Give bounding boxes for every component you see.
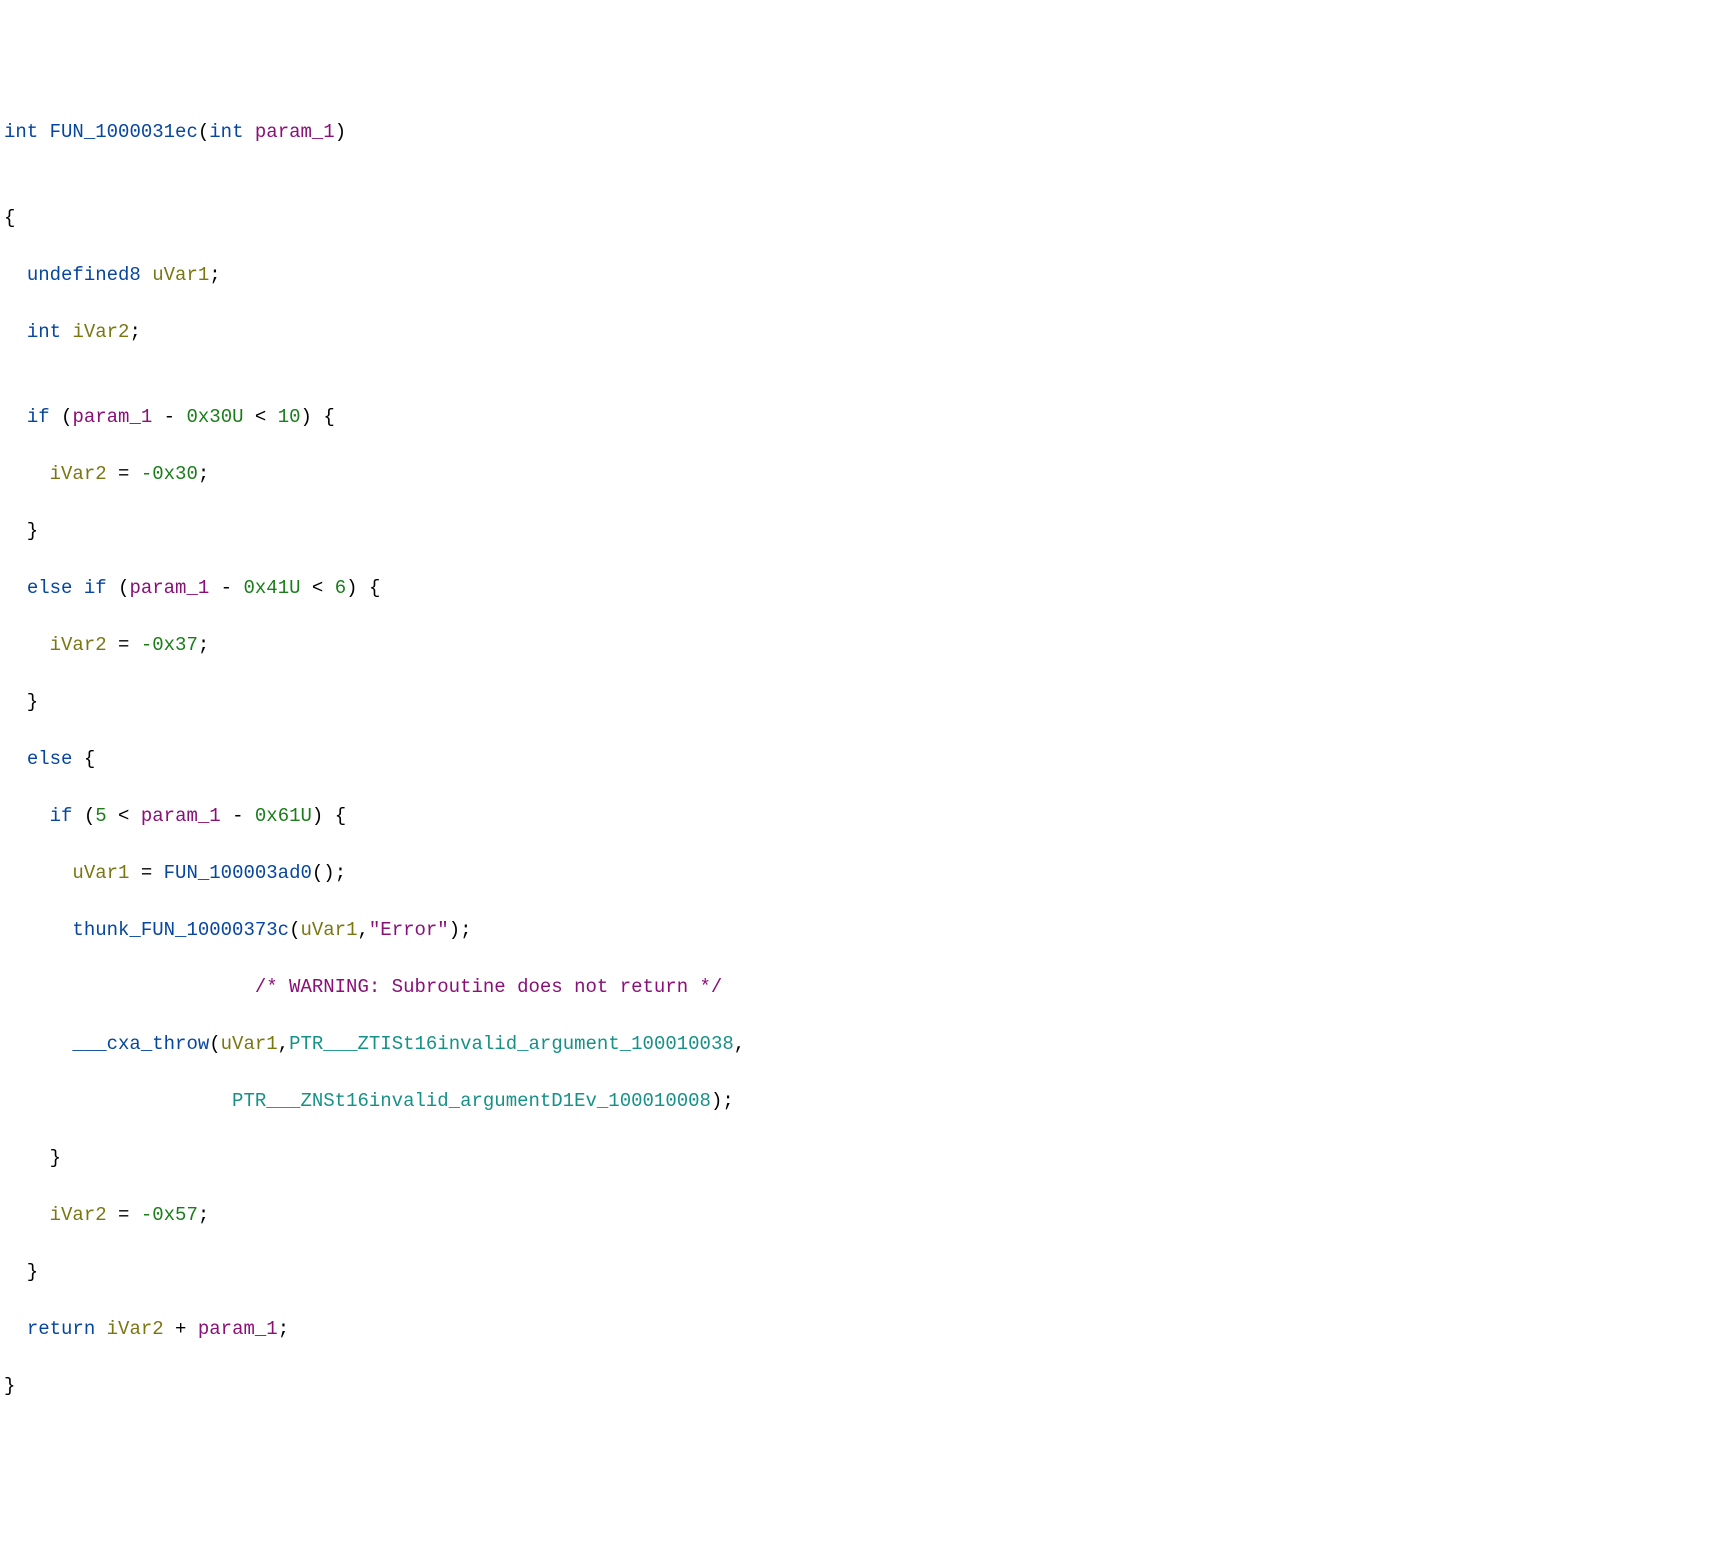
code-line: PTR___ZNSt16invalid_argumentD1Ev_1000100… — [4, 1087, 1720, 1116]
code-line: } — [4, 517, 1720, 546]
function-call: FUN_100003ad0 — [164, 862, 312, 884]
code-line: ___cxa_throw(uVar1,PTR___ZTISt16invalid_… — [4, 1030, 1720, 1059]
string-literal: "Error" — [369, 919, 449, 941]
number: 0x30U — [186, 406, 243, 428]
number: 0x61U — [255, 805, 312, 827]
param-name: param_1 — [255, 121, 335, 143]
code-line: } — [4, 1372, 1720, 1401]
variable: iVar2 — [107, 1318, 164, 1340]
code-line: return iVar2 + param_1; — [4, 1315, 1720, 1344]
variable: uVar1 — [152, 264, 209, 286]
code-line: iVar2 = -0x30; — [4, 460, 1720, 489]
code-line: int FUN_1000031ec(int param_1) — [4, 118, 1720, 147]
keyword: else — [27, 577, 73, 599]
function-call: ___cxa_throw — [72, 1033, 209, 1055]
code-line: if (param_1 - 0x30U < 10) { — [4, 403, 1720, 432]
variable: uVar1 — [300, 919, 357, 941]
number: 0x57 — [152, 1204, 198, 1226]
variable: iVar2 — [72, 321, 129, 343]
variable: iVar2 — [50, 1204, 107, 1226]
type-keyword: int — [4, 121, 38, 143]
code-line: /* WARNING: Subroutine does not return *… — [4, 973, 1720, 1002]
code-line: iVar2 = -0x37; — [4, 631, 1720, 660]
param-name: param_1 — [198, 1318, 278, 1340]
type-keyword: undefined8 — [27, 264, 141, 286]
keyword: else — [27, 748, 73, 770]
pointer-symbol: PTR___ZNSt16invalid_argumentD1Ev_1000100… — [232, 1090, 711, 1112]
number: 10 — [278, 406, 301, 428]
variable: iVar2 — [50, 463, 107, 485]
variable: iVar2 — [50, 634, 107, 656]
function-name: FUN_1000031ec — [50, 121, 198, 143]
number: 0x30 — [152, 463, 198, 485]
type-keyword: int — [209, 121, 243, 143]
number: 0x37 — [152, 634, 198, 656]
function-call: thunk_FUN_10000373c — [72, 919, 289, 941]
code-line: thunk_FUN_10000373c(uVar1,"Error"); — [4, 916, 1720, 945]
code-line: { — [4, 204, 1720, 233]
decompiler-code-view[interactable]: int FUN_1000031ec(int param_1) { undefin… — [4, 118, 1720, 1401]
code-line: } — [4, 688, 1720, 717]
code-line: else if (param_1 - 0x41U < 6) { — [4, 574, 1720, 603]
code-line: int iVar2; — [4, 318, 1720, 347]
pointer-symbol: PTR___ZTISt16invalid_argument_100010038 — [289, 1033, 734, 1055]
keyword: if — [27, 406, 50, 428]
variable: uVar1 — [221, 1033, 278, 1055]
keyword: if — [50, 805, 73, 827]
number: 5 — [95, 805, 106, 827]
number: 6 — [335, 577, 346, 599]
code-line: if (5 < param_1 - 0x61U) { — [4, 802, 1720, 831]
code-line: uVar1 = FUN_100003ad0(); — [4, 859, 1720, 888]
param-name: param_1 — [72, 406, 152, 428]
code-line: } — [4, 1258, 1720, 1287]
param-name: param_1 — [141, 805, 221, 827]
keyword: if — [84, 577, 107, 599]
code-line: iVar2 = -0x57; — [4, 1201, 1720, 1230]
number: 0x41U — [244, 577, 301, 599]
keyword: return — [27, 1318, 95, 1340]
warning-comment: /* WARNING: Subroutine does not return *… — [255, 976, 722, 998]
type-keyword: int — [27, 321, 61, 343]
variable: uVar1 — [72, 862, 129, 884]
code-line: } — [4, 1144, 1720, 1173]
code-line: else { — [4, 745, 1720, 774]
code-line: undefined8 uVar1; — [4, 261, 1720, 290]
param-name: param_1 — [129, 577, 209, 599]
